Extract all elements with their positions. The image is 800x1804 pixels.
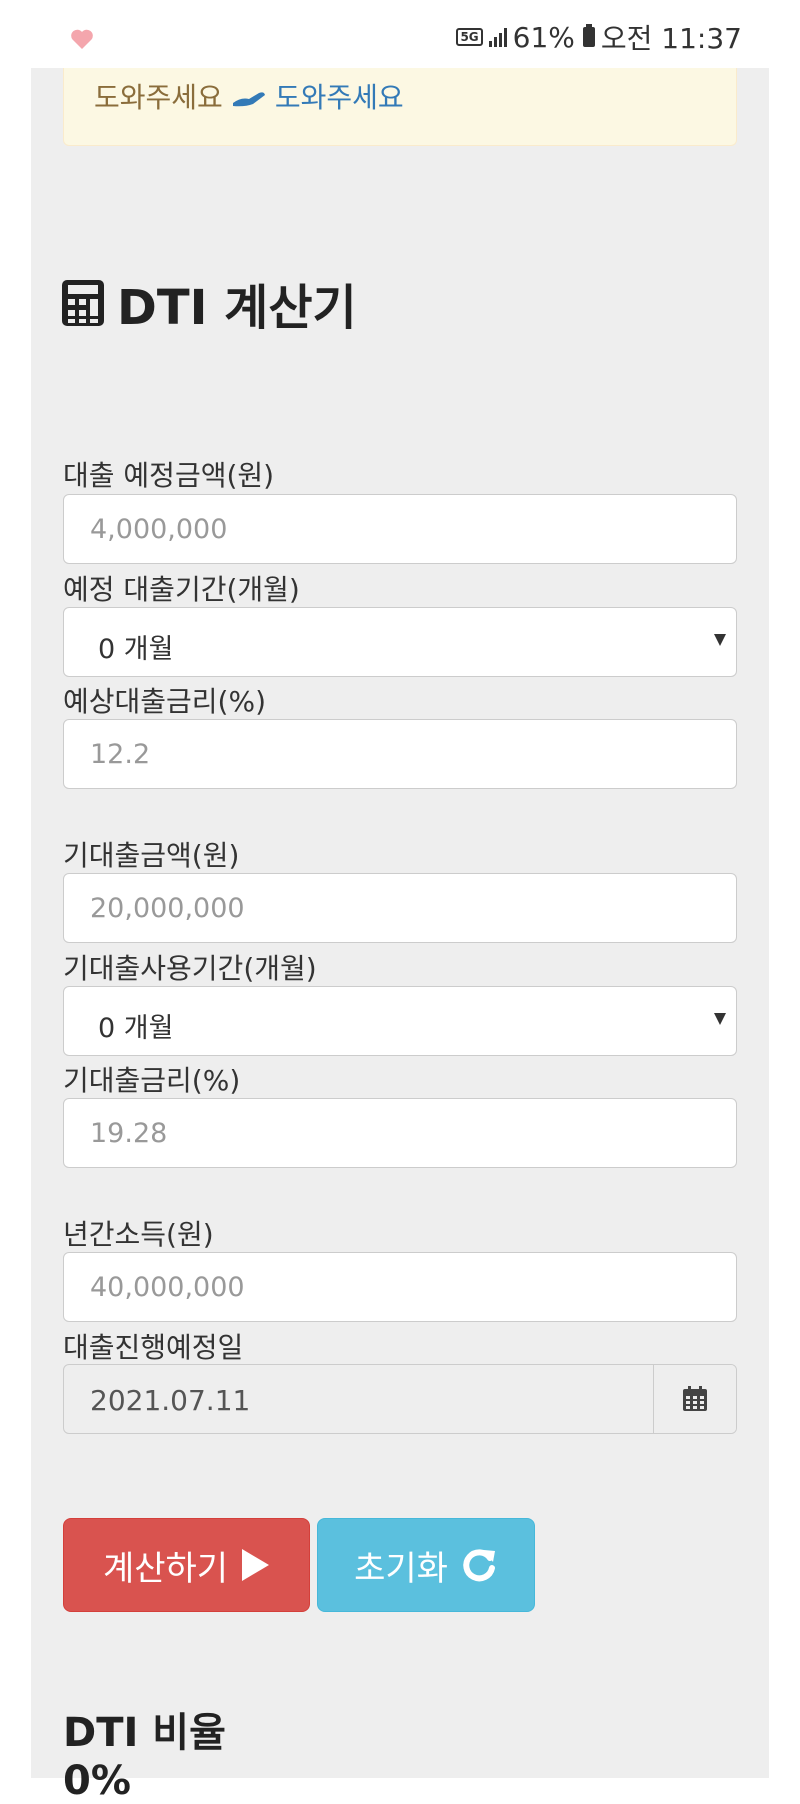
help-link[interactable]: 도와주세요 [275,76,404,116]
page-title-text: DTI 계산기 [117,280,357,336]
loan-rate-input[interactable]: 12.2 [63,719,737,789]
dropdown-arrow-icon [714,1013,726,1025]
loan-period-select[interactable]: 0 개월 [63,607,737,677]
annual-income-placeholder: 40,000,000 [90,1272,245,1303]
calculate-button-label: 계산하기 [102,1548,229,1589]
battery-icon [582,24,595,47]
heart-icon [71,29,93,49]
loan-period-label: 예정 대출기간(개월) [63,573,300,606]
existing-loan-amount-label: 기대출금액(원) [63,839,240,872]
result-value: 0% [63,1758,131,1804]
notice-text: 도와주세요 [94,81,223,114]
main-panel: 도와주세요 도와주세요 DTI 계산기 대출 예정금액(원) 4,000,000… [31,68,769,1804]
helping-hand-icon [232,92,265,107]
calendar-icon [683,1386,707,1411]
annual-income-input[interactable]: 40,000,000 [63,1252,737,1322]
battery-percent: 61% [512,20,575,54]
existing-loan-rate-label: 기대출금리(%) [63,1064,241,1097]
result-title: DTI 비율 [63,1710,226,1756]
status-bar: 5G 61% 오전 11:37 [0,0,800,68]
loan-amount-input[interactable]: 4,000,000 [63,494,737,564]
notice-content: 도와주세요 도와주세요 [94,76,404,116]
loan-amount-label: 대출 예정금액(원) [63,459,275,492]
refresh-icon [463,1549,495,1582]
status-bar-right: 5G 61% 오전 11:37 [456,20,742,55]
existing-loan-period-value: 0 개월 [98,1013,174,1044]
calculate-button[interactable]: 계산하기 [63,1518,310,1612]
network-type: 5G [456,28,483,46]
loan-date-value: 2021.07.11 [90,1384,251,1417]
reset-button-label: 초기화 [354,1548,448,1589]
dropdown-arrow-icon [714,634,726,646]
loan-rate-placeholder: 12.2 [90,739,151,770]
existing-loan-period-label: 기대출사용기간(개월) [63,952,317,985]
existing-loan-rate-input[interactable]: 19.28 [63,1098,737,1168]
existing-loan-rate-placeholder: 19.28 [90,1118,168,1149]
page-title: DTI 계산기 [61,268,357,338]
annual-income-label: 년간소득(원) [63,1218,214,1251]
reset-button[interactable]: 초기화 [317,1518,535,1612]
loan-rate-label: 예상대출금리(%) [63,685,267,718]
existing-loan-amount-placeholder: 20,000,000 [90,893,245,924]
signal-icon [488,27,507,47]
existing-loan-amount-input[interactable]: 20,000,000 [63,873,737,943]
notice-box: 도와주세요 도와주세요 [63,68,737,146]
play-icon [242,1549,270,1581]
loan-date-input[interactable]: 2021.07.11 [63,1364,737,1434]
loan-date-label: 대출진행예정일 [63,1331,244,1364]
clock: 오전 11:37 [600,22,742,55]
loan-period-value: 0 개월 [98,634,174,665]
date-picker-button[interactable] [653,1365,736,1433]
loan-amount-placeholder: 4,000,000 [90,514,228,545]
calculator-icon [62,280,104,326]
existing-loan-period-select[interactable]: 0 개월 [63,986,737,1056]
